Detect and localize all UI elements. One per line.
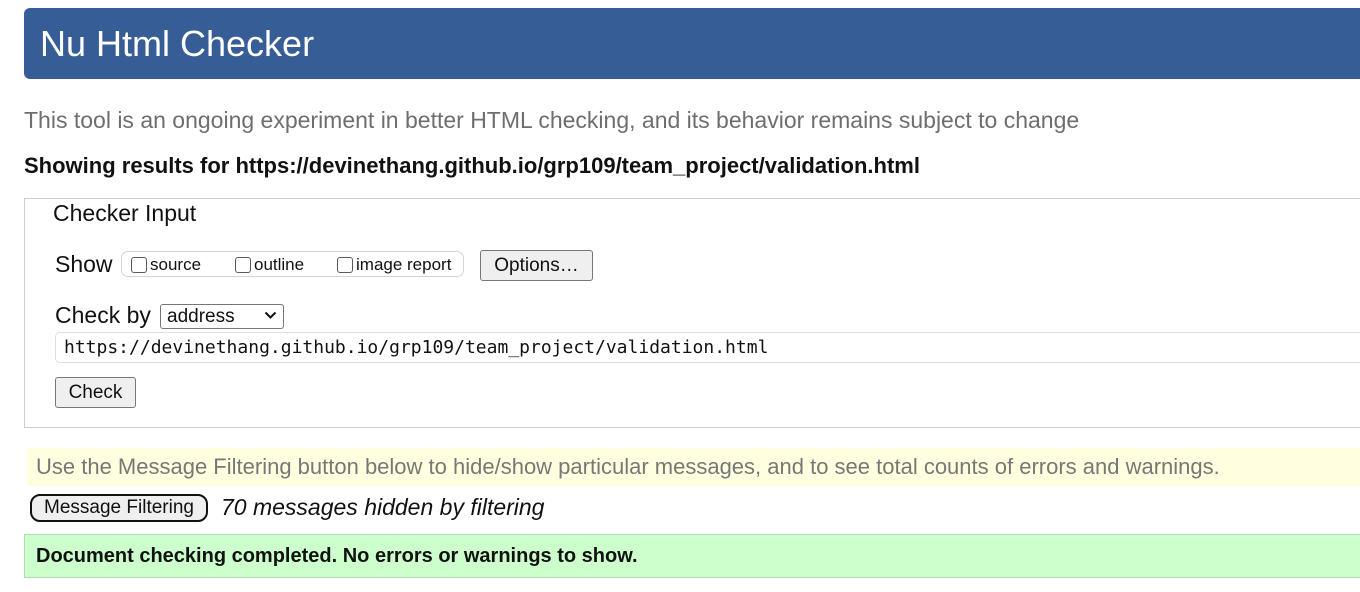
check-by-label: Check by [55, 302, 151, 328]
success-message: Document checking completed. No errors o… [24, 534, 1360, 578]
show-options-group: source outline image report [121, 251, 464, 277]
options-button[interactable]: Options… [480, 250, 593, 281]
page-header: Nu Html Checker [24, 8, 1360, 79]
source-checkbox[interactable] [131, 257, 147, 273]
chevron-down-icon [264, 311, 277, 319]
image-report-checkbox-label: image report [356, 255, 452, 274]
check-button[interactable]: Check [55, 377, 136, 408]
message-filtering-button[interactable]: Message Filtering [30, 494, 208, 522]
message-filtering-info: Use the Message Filtering button below t… [27, 448, 1360, 486]
outline-checkbox[interactable] [235, 257, 251, 273]
url-input[interactable]: https://devinethang.github.io/grp109/tea… [55, 332, 1360, 363]
hidden-messages-count: 70 messages hidden by filtering [221, 494, 545, 520]
check-by-selected-value: address [167, 306, 235, 327]
image-report-checkbox[interactable] [337, 257, 353, 273]
show-source-option[interactable]: source [131, 255, 201, 275]
page-title: Nu Html Checker [40, 23, 315, 64]
source-checkbox-label: source [150, 255, 202, 274]
show-label: Show [55, 251, 113, 277]
checker-input-fieldset: Checker Input Show source outline image … [24, 198, 1360, 428]
check-by-select[interactable]: address [160, 304, 284, 329]
outline-checkbox-label: outline [254, 255, 305, 274]
show-image-report-option[interactable]: image report [337, 255, 451, 275]
checker-input-legend: Checker Input [47, 199, 203, 227]
show-outline-option[interactable]: outline [235, 255, 304, 275]
intro-text: This tool is an ongoing experiment in be… [24, 107, 1080, 133]
results-title: Showing results for https://devinethang.… [24, 153, 920, 178]
